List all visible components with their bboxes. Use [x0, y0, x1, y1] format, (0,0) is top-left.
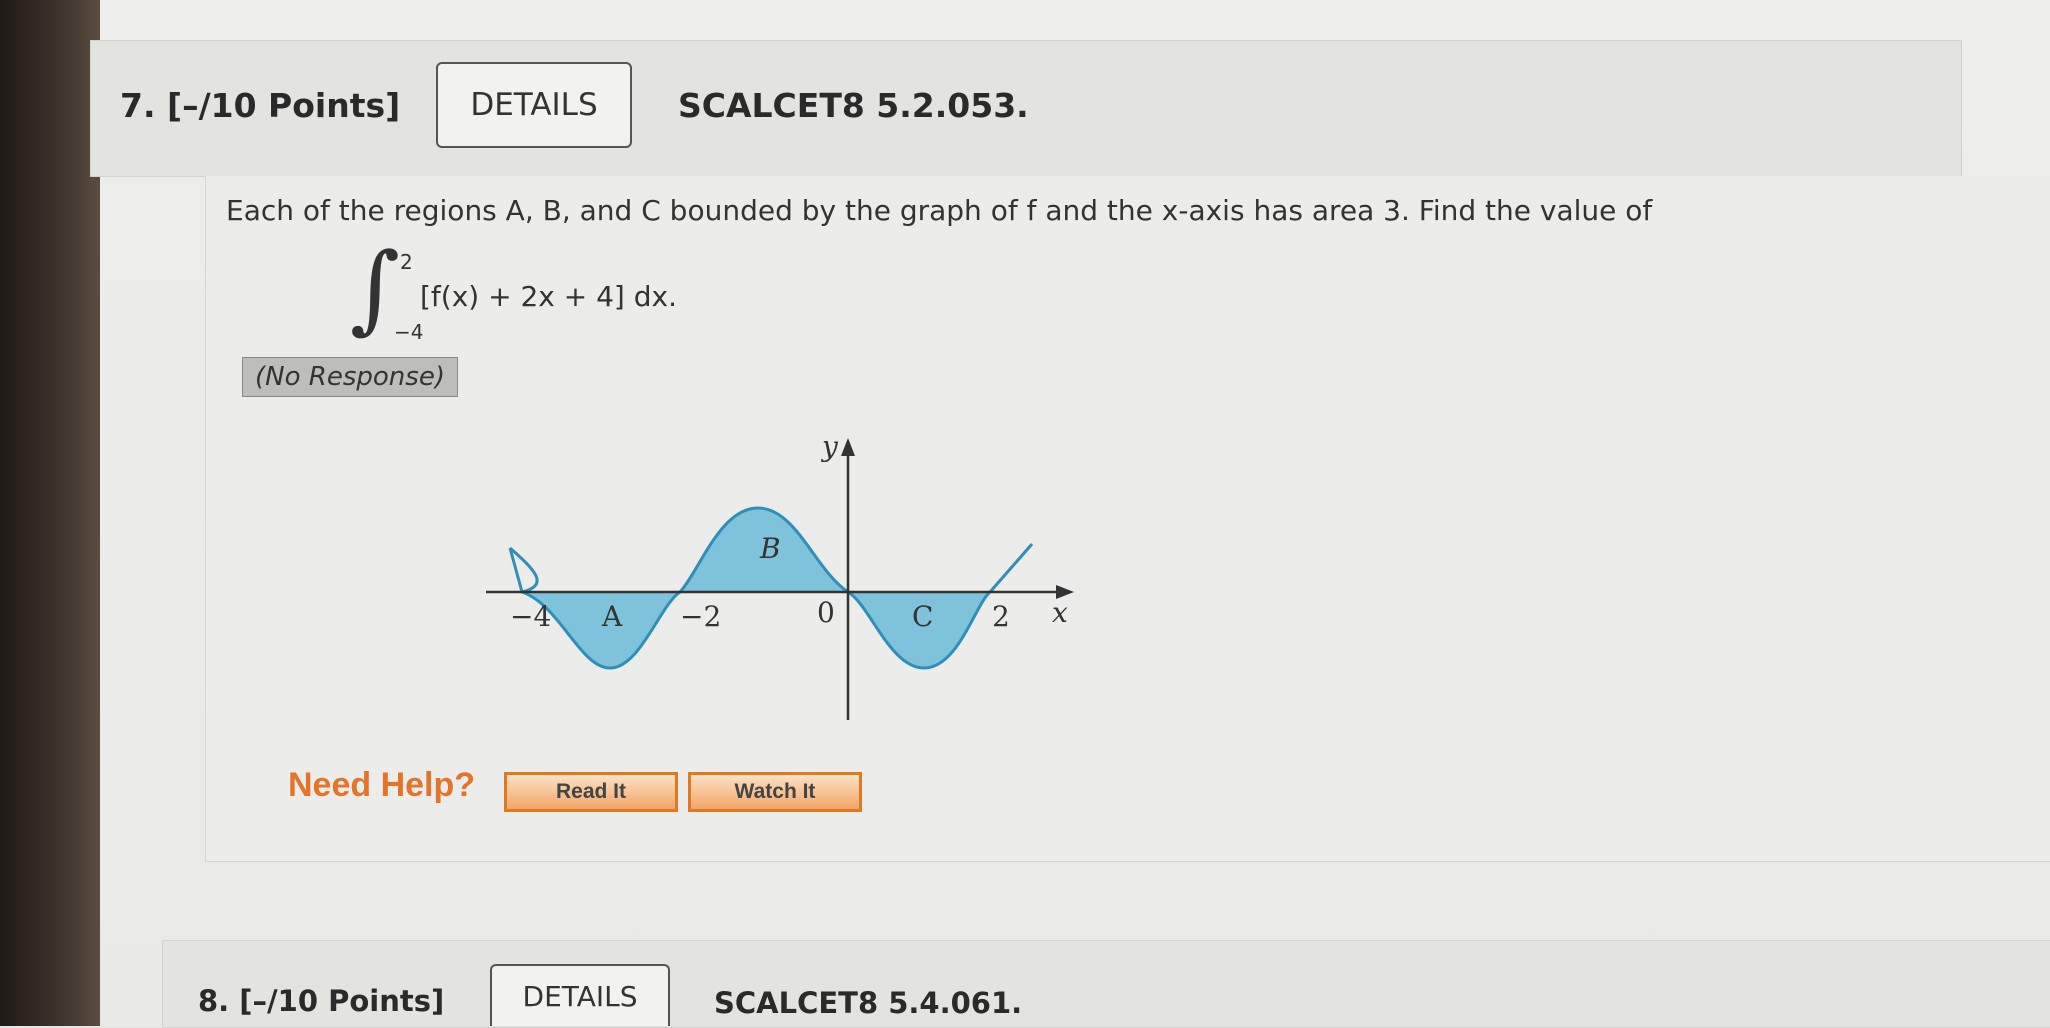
region-label: C: [912, 600, 933, 633]
tick-label: −2: [680, 600, 721, 633]
question-8-code: SCALCET8 5.4.061.: [714, 986, 1023, 1020]
tick-label: −4: [510, 600, 551, 633]
question-prompt: Each of the regions A, B, and C bounded …: [226, 194, 1653, 227]
function-graph: y x −4 −2 0 2 A B C: [486, 430, 1074, 720]
integral-upper-limit: 2: [400, 250, 413, 274]
tick-label: 0: [817, 596, 835, 629]
tick-label: 2: [992, 600, 1010, 633]
need-help-label: Need Help?: [288, 766, 476, 804]
question-7-number: 7. [–/10 Points]: [120, 86, 401, 125]
response-field[interactable]: (No Response): [242, 357, 458, 397]
question-7-code: SCALCET8 5.2.053.: [678, 86, 1029, 125]
integrand: [f(x) + 2x + 4] dx.: [420, 280, 677, 313]
question-8-header: [162, 940, 2050, 1028]
question-7-details-button[interactable]: DETAILS: [436, 62, 632, 148]
y-axis-arrow-icon: [841, 438, 855, 456]
region-label: B: [759, 532, 781, 565]
integral-sign-icon: ∫: [350, 232, 401, 344]
question-8-details-button[interactable]: DETAILS: [490, 964, 670, 1026]
x-axis-label: x: [1052, 596, 1068, 629]
monitor-bezel: [0, 0, 100, 1026]
integral-lower-limit: −4: [394, 320, 424, 344]
read-it-button[interactable]: Read It: [504, 772, 678, 812]
question-8-number: 8. [–/10 Points]: [198, 984, 445, 1018]
region-label: A: [601, 600, 623, 633]
watch-it-button[interactable]: Watch It: [688, 772, 862, 812]
y-axis-label: y: [820, 430, 839, 463]
